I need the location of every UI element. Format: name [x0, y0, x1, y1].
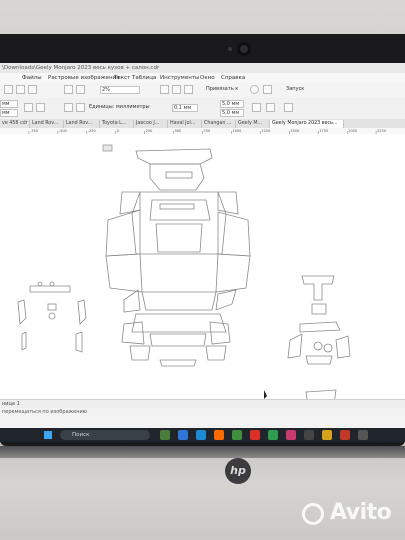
brand-logo: hp	[225, 458, 251, 484]
yandex-icon[interactable]	[250, 430, 260, 440]
fullscreen-icon[interactable]	[160, 85, 169, 94]
orientation-portrait-icon[interactable]	[24, 103, 33, 112]
taskbar-search[interactable]: Поиск	[60, 430, 150, 440]
tray-icon[interactable]	[358, 430, 368, 440]
yandex-browser-icon[interactable]	[322, 430, 332, 440]
ruler-tick-label: 1250	[261, 129, 270, 133]
tab-2[interactable]: Land Rov...	[64, 120, 100, 128]
zoom-field[interactable]: 2%	[100, 86, 140, 94]
options-plus-icon[interactable]	[252, 103, 261, 112]
watermark-logo-icon	[302, 503, 324, 525]
ruler-tick-label: 250	[146, 129, 153, 133]
tab-6[interactable]: Changan ...	[202, 120, 236, 128]
ruler-tick-label: 2000	[348, 129, 357, 133]
menu-item-table[interactable]: Таблица	[132, 73, 156, 83]
options-icon[interactable]	[263, 85, 272, 94]
height-field[interactable]: мм	[0, 109, 18, 117]
menu-item-text[interactable]: Текст	[114, 73, 130, 83]
menu-item-help[interactable]: Справка	[221, 73, 245, 83]
export-icon[interactable]	[76, 85, 85, 94]
webcam	[237, 42, 251, 56]
treat-as-filled-icon[interactable]	[266, 103, 275, 112]
ruler-tick-label: 0	[117, 129, 119, 133]
property-bar: мм мм Единицы: миллиметры 0,1 мм 5,0 мм …	[0, 97, 405, 120]
camera-led	[228, 47, 232, 51]
tab-3[interactable]: Toyota L...	[100, 120, 134, 128]
ruler-tick-label: -250	[88, 129, 96, 133]
telegram-icon[interactable]	[268, 430, 278, 440]
nudge-field[interactable]: 0,1 мм	[172, 104, 198, 112]
tab-1[interactable]: Land Rov...	[30, 120, 64, 128]
tab-7[interactable]: Geely M...	[236, 120, 270, 128]
chrome-icon[interactable]	[196, 430, 206, 440]
menu-item-files[interactable]: Файлы	[22, 73, 42, 83]
duplicate-y-field[interactable]: 5,0 мм	[220, 109, 244, 117]
windows-taskbar: Поиск	[0, 428, 405, 442]
tab-5[interactable]: Haval Jol...	[168, 120, 202, 128]
menu-item-bitmaps[interactable]: Растровые изображения	[48, 73, 119, 83]
laptop-hinge	[0, 446, 405, 458]
width-field[interactable]: мм	[0, 100, 18, 108]
settings-gear-icon[interactable]	[250, 85, 259, 94]
tab-4[interactable]: Jaecoo J...	[134, 120, 168, 128]
drawing-canvas[interactable]	[0, 134, 405, 399]
grid-icon[interactable]	[184, 85, 193, 94]
ruler-tick-label: 1750	[319, 129, 328, 133]
mouse-cursor	[264, 390, 267, 399]
units-select[interactable]: Единицы: миллиметры	[88, 104, 154, 112]
app-icon[interactable]	[286, 430, 296, 440]
laptop-screen: \Downloads\Geely Monjaro 2023 весь кузов…	[0, 63, 405, 429]
duplicate-x-field[interactable]: 5,0 мм	[220, 100, 244, 108]
windows-start-icon[interactable]	[44, 431, 52, 439]
standard-toolbar: 2% Привязать к Запуск	[0, 83, 405, 98]
ruler-tick-label: 1500	[290, 129, 299, 133]
open-icon[interactable]	[16, 85, 25, 94]
snap-to-menu[interactable]: Привязать к	[205, 86, 243, 94]
import-icon[interactable]	[64, 85, 73, 94]
menu-bar: Файлы Растровые изображения Текст Таблиц…	[0, 73, 405, 83]
current-page-icon[interactable]	[76, 103, 85, 112]
store-icon[interactable]	[214, 430, 224, 440]
ruler-tick-label: 750	[204, 129, 211, 133]
menu-item-tools[interactable]: Инструменты	[160, 73, 199, 83]
status-bar: перемещаться по изображению	[0, 408, 405, 417]
rulers-icon[interactable]	[172, 85, 181, 94]
media-icon[interactable]	[340, 430, 350, 440]
save-icon[interactable]	[28, 85, 37, 94]
add-icon[interactable]	[284, 103, 293, 112]
laptop-chassis	[0, 446, 405, 540]
tab-active[interactable]: Geely Monjaro 2023 весь...	[270, 120, 344, 128]
tab-0[interactable]: ve 458 cdr	[0, 120, 30, 128]
orientation-landscape-icon[interactable]	[36, 103, 45, 112]
widgets-icon[interactable]	[160, 430, 170, 440]
ruler-tick-label: 2250	[377, 129, 386, 133]
ruler-tick-label: -750	[30, 129, 38, 133]
new-icon[interactable]	[4, 85, 13, 94]
menu-item-window[interactable]: Окно	[200, 73, 215, 83]
ruler-tick-label: 1000	[232, 129, 241, 133]
window-title: \Downloads\Geely Monjaro 2023 весь кузов…	[0, 63, 405, 73]
watermark-text: Avito	[330, 500, 392, 525]
all-pages-icon[interactable]	[64, 103, 73, 112]
ruler-tick-label: -500	[59, 129, 67, 133]
edge-icon[interactable]	[178, 430, 188, 440]
launch-menu[interactable]: Запуск	[285, 86, 325, 94]
ruler-tick-label: 500	[175, 129, 182, 133]
explorer-icon[interactable]	[304, 430, 314, 440]
coreldraw-icon[interactable]	[232, 430, 242, 440]
